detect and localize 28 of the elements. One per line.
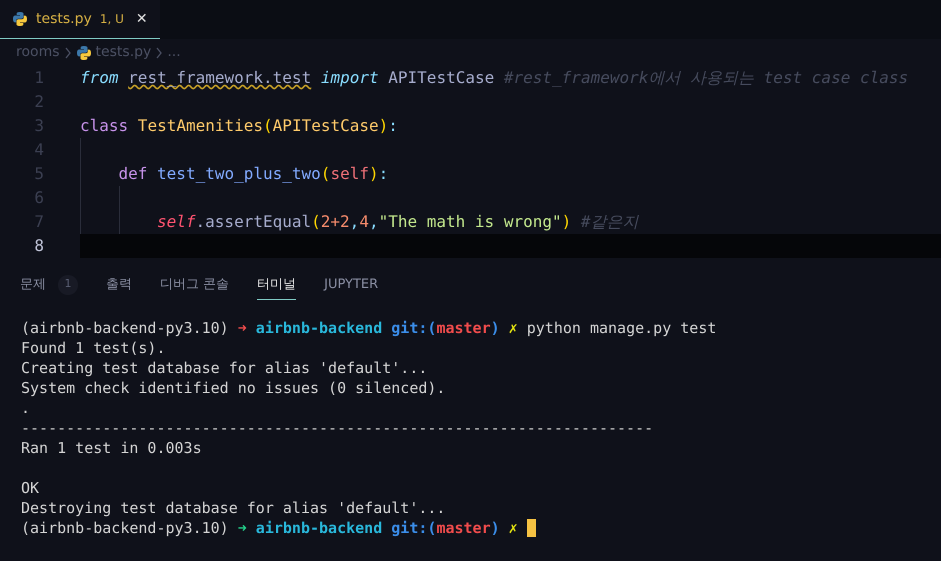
chevron-icon (64, 46, 72, 58)
python-icon (76, 44, 92, 60)
tab-status: 1, U (100, 11, 124, 28)
terminal-line: Destroying test database for alias 'default'... (21, 498, 446, 518)
terminal-line: (airbnb-backend-py3.10) ➜ airbnb-backend git:(master) ✗ (21, 518, 941, 538)
chevron-icon (155, 46, 164, 58)
line-number: 8 (33, 235, 45, 257)
code-line: from rest_framework.test import APITestCase #rest_framework에서 사용되는 test case class (80, 67, 910, 89)
terminal-line: OK (21, 478, 40, 498)
panel-tab[interactable]: JUPYTER (324, 270, 378, 300)
terminal-line: . (21, 398, 32, 418)
terminal-line: Found 1 test(s). (21, 338, 166, 358)
panel-tab[interactable]: 문제 1 (20, 270, 78, 300)
terminal-line: ---------------------------------------------------------------------- (21, 418, 654, 438)
count-badge: 1 (58, 274, 78, 294)
panel-tab[interactable]: 출력 (106, 270, 132, 300)
terminal-line: (airbnb-backend-py3.10) ➜ airbnb-backend git:(master) ✗ python manage.py test (21, 318, 718, 338)
panel-tab[interactable]: 디버그 콘솔 (160, 270, 230, 300)
close-button[interactable]: ✕ (136, 8, 148, 30)
code-line: def test_two_plus_two(self): (80, 162, 941, 186)
terminal-line: Creating test database for alias 'default'... (21, 358, 428, 378)
code-line: class TestAmenities(APITestCase): (80, 115, 399, 137)
panel-tab[interactable]: 터미널 (257, 270, 296, 300)
tab-filename: tests.py (36, 10, 92, 28)
terminal-line: Ran 1 test in 0.003s (21, 438, 203, 458)
terminal-line: System check identified no issues (0 silenced). (21, 378, 446, 398)
editor-tab[interactable]: tests.py 1, U ✕ (0, 0, 160, 39)
python-icon (12, 11, 28, 27)
